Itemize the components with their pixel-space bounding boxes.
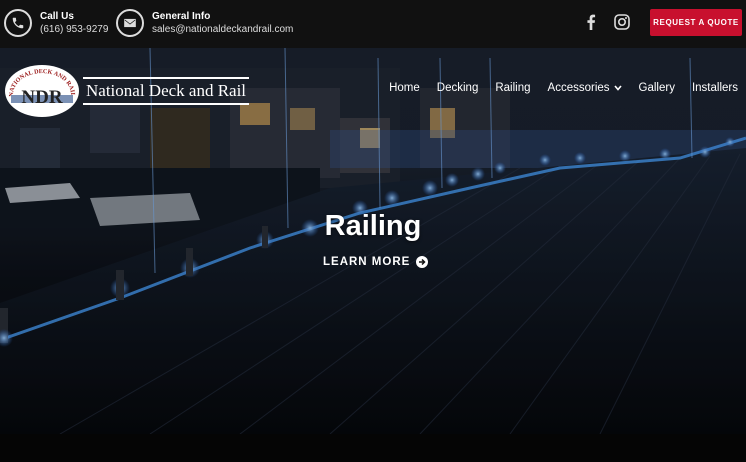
email-address[interactable]: sales@nationaldeckandrail.com — [152, 23, 293, 36]
email-contact[interactable]: General Info sales@nationaldeckandrail.c… — [116, 9, 293, 37]
learn-more-link[interactable]: LEARN MORE — [323, 256, 429, 268]
learn-more-label: LEARN MORE — [323, 256, 411, 268]
nav-gallery-label: Gallery — [638, 82, 675, 94]
nav-home-label: Home — [389, 82, 420, 94]
nav-home[interactable]: Home — [389, 82, 420, 94]
facebook-icon[interactable] — [586, 14, 596, 35]
nav-railing-label: Railing — [495, 82, 531, 94]
phone-contact[interactable]: Call Us (616) 953-9279 — [4, 9, 108, 37]
chevron-down-icon — [613, 85, 622, 91]
nav-accessories[interactable]: Accessories — [548, 82, 622, 94]
logo-seal: NATIONAL DECK AND RAIL NDR — [5, 65, 79, 117]
nav-installers-label: Installers — [691, 82, 738, 94]
nav-decking-label: Decking — [436, 82, 479, 94]
phone-icon — [4, 9, 32, 37]
bottom-strip — [0, 434, 746, 462]
nav-railing[interactable]: Railing — [495, 82, 530, 94]
email-label: General Info — [152, 10, 211, 22]
top-bar: Call Us (616) 953-9279 General Info sale… — [0, 0, 746, 48]
nav-decking[interactable]: Decking — [437, 82, 479, 94]
hero-title: Railing — [324, 210, 422, 242]
phone-label: Call Us — [40, 10, 74, 22]
instagram-icon[interactable] — [614, 14, 630, 35]
nav-gallery[interactable]: Gallery — [639, 82, 675, 94]
nav-installers[interactable]: Installers — [692, 82, 738, 94]
arrow-right-icon — [416, 256, 429, 268]
envelope-icon — [116, 9, 144, 37]
main-nav: Home Decking Railing Accessories Gallery… — [372, 82, 738, 94]
logo-initials: NDR — [21, 87, 62, 108]
phone-number[interactable]: (616) 953-9279 — [40, 23, 108, 36]
logo-name: National Deck and Rail — [83, 77, 250, 105]
site-logo[interactable]: NATIONAL DECK AND RAIL NDR National Deck… — [5, 65, 250, 117]
request-quote-button[interactable]: REQUEST A QUOTE — [650, 9, 742, 36]
nav-accessories-label: Accessories — [547, 82, 610, 94]
